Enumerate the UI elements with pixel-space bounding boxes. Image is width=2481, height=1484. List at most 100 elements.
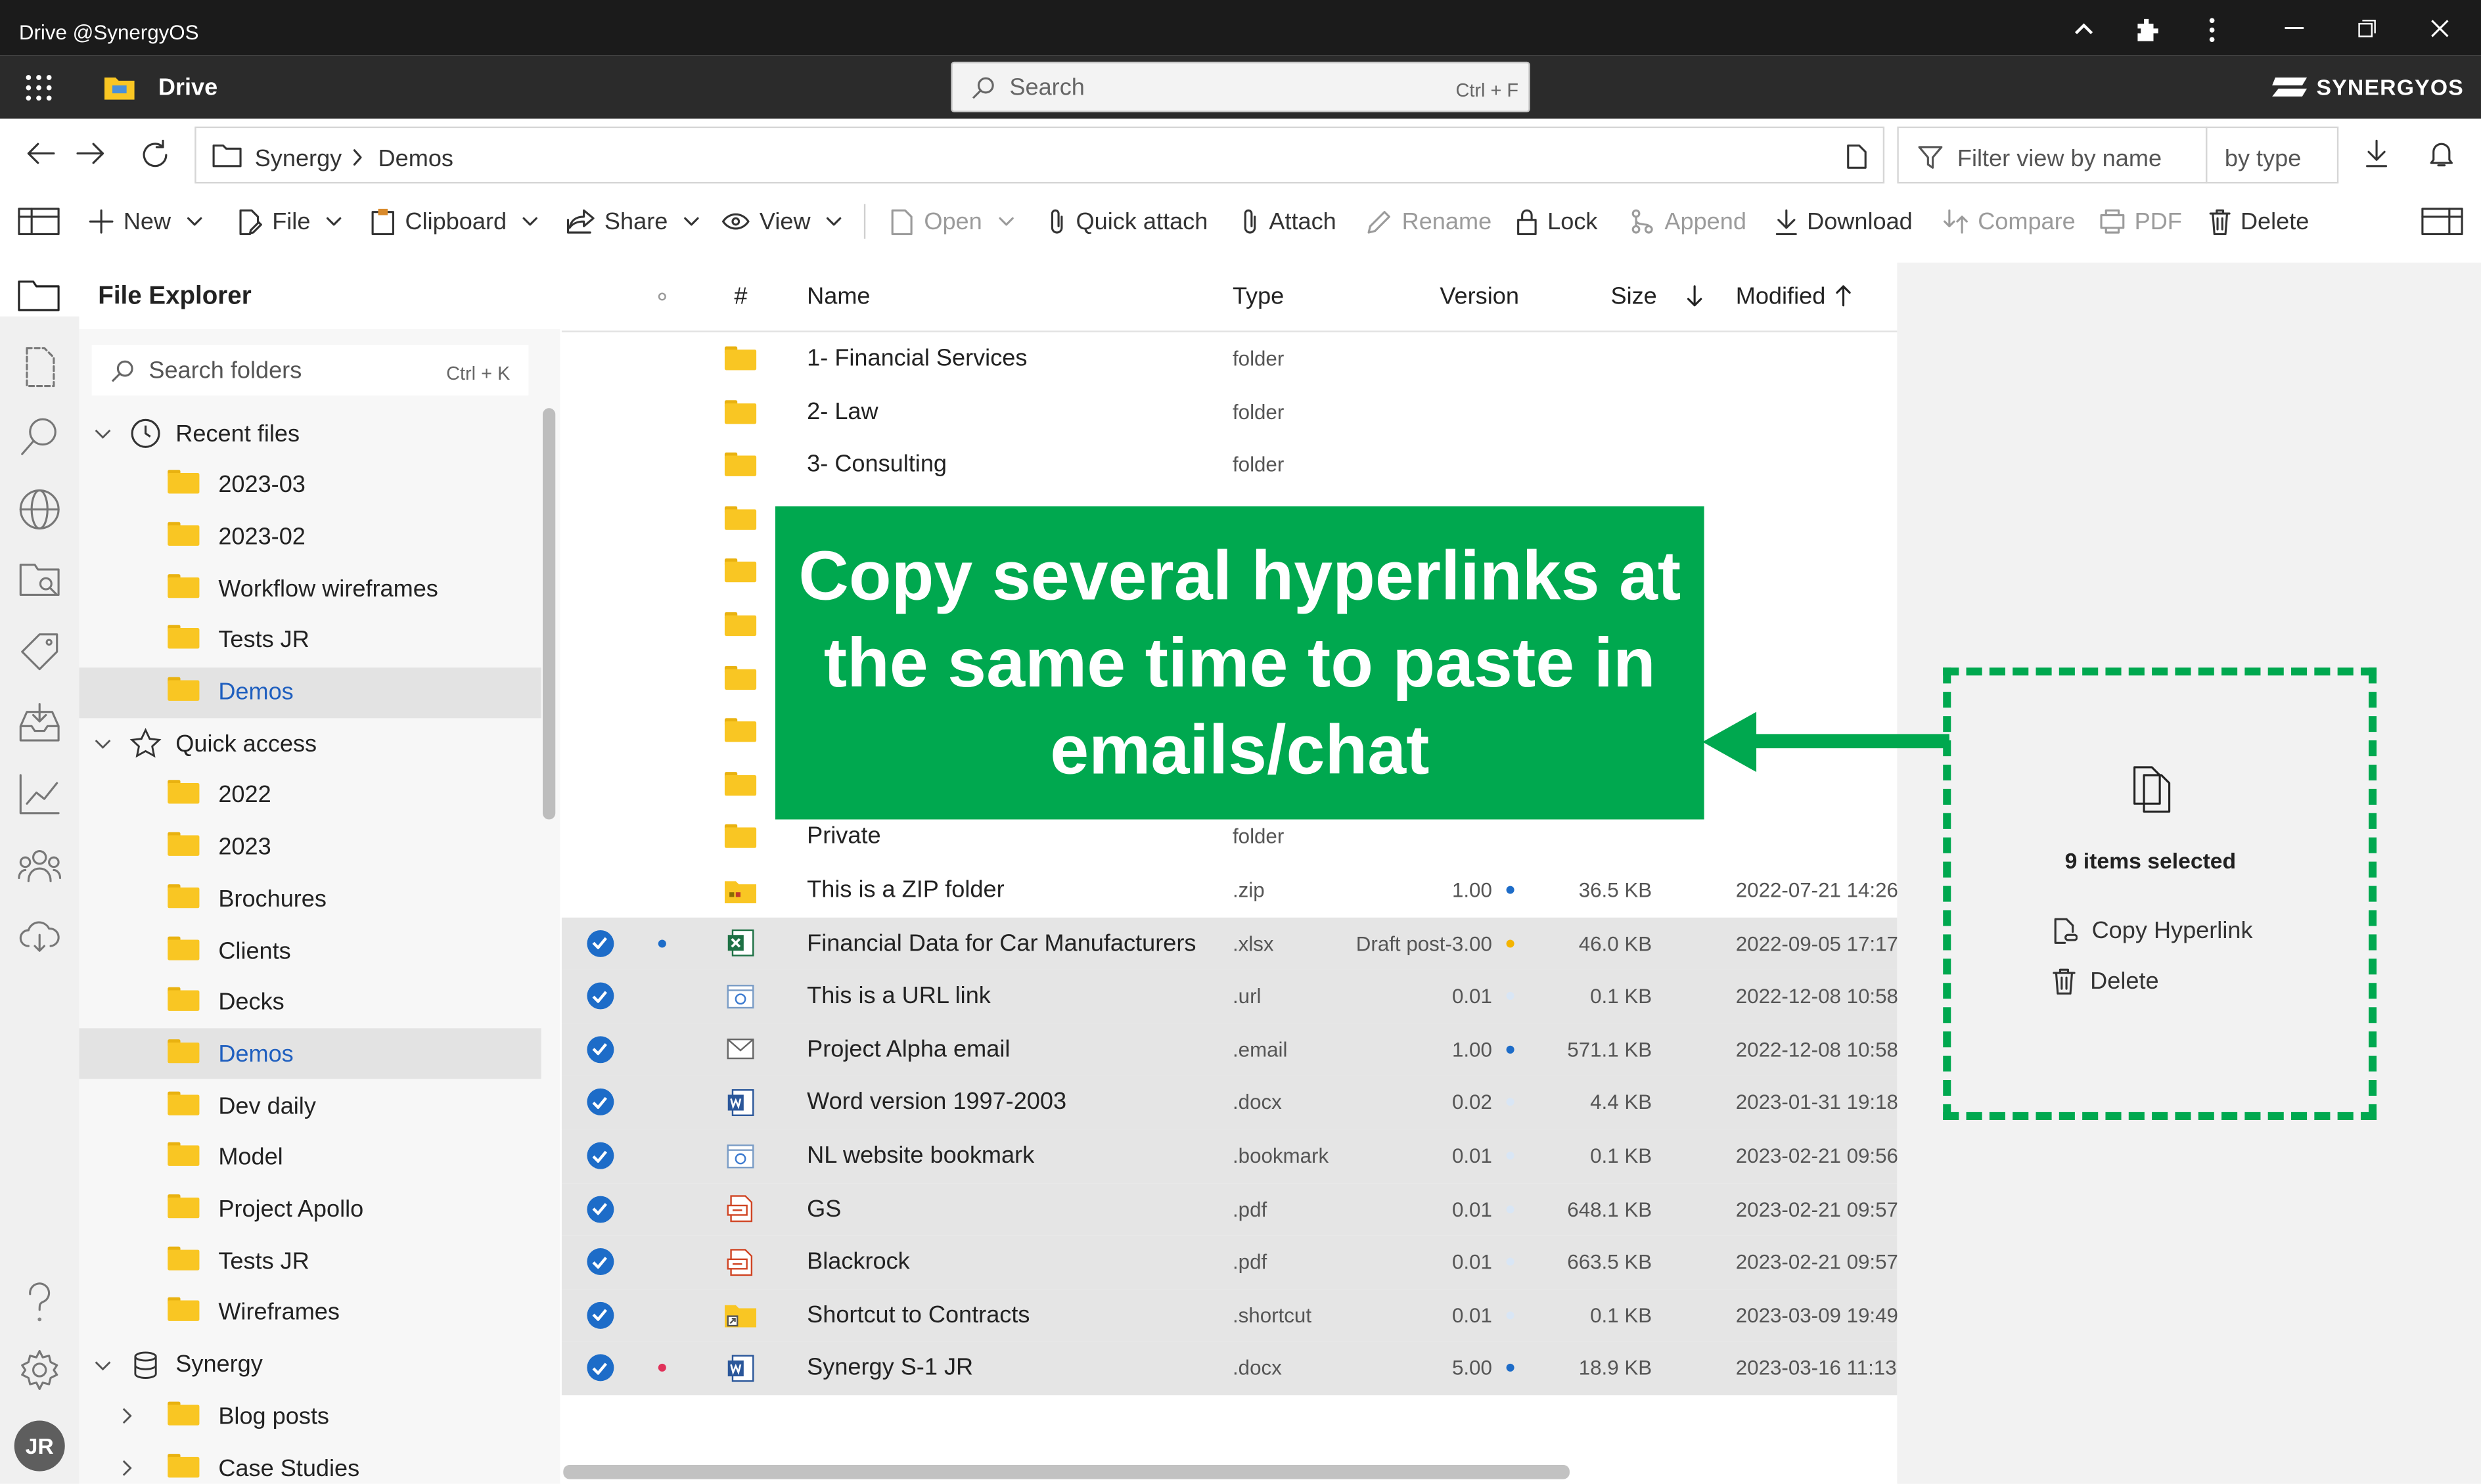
quick-attach-button[interactable]: Quick attach bbox=[1047, 191, 1208, 252]
notification-bell-icon[interactable] bbox=[2429, 139, 2455, 168]
chevron-down-icon[interactable] bbox=[93, 1355, 112, 1374]
filter-by-name-input[interactable]: Filter view by name bbox=[1897, 126, 2208, 184]
refresh-icon[interactable] bbox=[141, 139, 169, 168]
sort-by-select[interactable]: by type bbox=[2205, 126, 2339, 184]
row-checkbox[interactable] bbox=[584, 1342, 616, 1394]
download-button[interactable]: Download bbox=[1775, 191, 1913, 252]
sort-ascending-icon[interactable] bbox=[1835, 284, 1851, 307]
inbox-download-icon[interactable] bbox=[17, 701, 61, 745]
settings-gear-icon[interactable] bbox=[17, 1348, 61, 1392]
new-button[interactable]: New bbox=[89, 191, 202, 252]
file-row[interactable]: This is a URL link .url 0.01 0.1 KB 2022-12-… bbox=[561, 970, 1898, 1023]
tree-folder-item[interactable]: 2023-02 bbox=[79, 512, 541, 562]
row-checkbox[interactable] bbox=[584, 1129, 616, 1181]
app-launcher-icon[interactable] bbox=[26, 74, 53, 101]
row-checkbox[interactable] bbox=[584, 1236, 616, 1288]
forward-arrow-icon[interactable] bbox=[76, 141, 106, 166]
breadcrumb-item-demos[interactable]: Demos bbox=[378, 146, 453, 173]
tree-folder-item[interactable]: 2022 bbox=[79, 771, 541, 821]
tree-folder-item[interactable]: Clients bbox=[79, 926, 541, 976]
chevron-down-icon[interactable] bbox=[93, 734, 112, 753]
users-icon[interactable] bbox=[17, 843, 62, 888]
file-row[interactable]: Shortcut to Contracts .shortcut 0.01 0.1 KB… bbox=[561, 1289, 1898, 1342]
file-row[interactable]: 2- Law folder bbox=[562, 386, 1897, 439]
column-size[interactable]: Size bbox=[1611, 283, 1657, 310]
row-checkbox[interactable] bbox=[584, 1289, 616, 1341]
file-row[interactable]: Blackrock .pdf 0.01 663.5 KB 2023-02-21 09:5… bbox=[561, 1236, 1898, 1289]
back-arrow-icon[interactable] bbox=[26, 141, 56, 166]
tree-folder-item[interactable]: Decks bbox=[79, 977, 541, 1027]
tree-folder-item[interactable]: Demos bbox=[79, 667, 541, 718]
toggle-pane-icon[interactable] bbox=[17, 207, 60, 235]
column-version[interactable]: Version bbox=[1440, 283, 1519, 310]
help-icon[interactable] bbox=[17, 1282, 61, 1326]
file-name[interactable]: Financial Data for Car Manufacturers bbox=[807, 917, 1196, 969]
file-row[interactable]: Synergy S-1 JR .docx 5.00 18.9 KB 2023-03-16… bbox=[561, 1342, 1898, 1395]
row-checkbox[interactable] bbox=[584, 970, 616, 1022]
file-name[interactable]: Shortcut to Contracts bbox=[807, 1289, 1030, 1341]
chevron-right-icon[interactable] bbox=[117, 1407, 136, 1426]
address-bar[interactable]: Synergy Demos bbox=[194, 126, 1885, 184]
file-name[interactable]: 1- Financial Services bbox=[807, 332, 1027, 384]
file-name[interactable]: Blackrock bbox=[807, 1236, 910, 1288]
breadcrumb-item-synergy[interactable]: Synergy bbox=[255, 146, 342, 173]
file-name[interactable]: Project Alpha email bbox=[807, 1023, 1010, 1075]
file-name[interactable]: GS bbox=[807, 1182, 841, 1234]
sort-descending-icon[interactable] bbox=[1687, 284, 1702, 307]
cloud-sync-icon[interactable] bbox=[17, 914, 61, 958]
toggle-details-pane-icon[interactable] bbox=[2421, 207, 2463, 235]
tree-folder-item[interactable]: Dev daily bbox=[79, 1081, 541, 1131]
row-checkbox[interactable] bbox=[584, 1182, 616, 1234]
tree-folder-item[interactable]: Brochures bbox=[79, 874, 541, 924]
chevron-up-icon[interactable] bbox=[2073, 20, 2095, 36]
tree-folder-item[interactable]: 2023-03 bbox=[79, 460, 541, 510]
file-menu-button[interactable]: File bbox=[237, 191, 342, 252]
file-name[interactable]: Word version 1997-2003 bbox=[807, 1076, 1066, 1128]
compare-button[interactable]: Compare bbox=[1943, 191, 2076, 252]
more-options-icon[interactable] bbox=[2207, 17, 2216, 43]
file-name[interactable]: NL website bookmark bbox=[807, 1129, 1034, 1181]
attach-button[interactable]: Attach bbox=[1240, 191, 1336, 252]
tree-folder-item[interactable]: 2023 bbox=[79, 822, 541, 872]
chevron-right-icon[interactable] bbox=[117, 1458, 136, 1477]
file-row[interactable]: 1- Financial Services folder bbox=[562, 332, 1897, 386]
tree-section-recent-files[interactable]: Recent files bbox=[79, 408, 541, 459]
file-name[interactable]: This is a URL link bbox=[807, 970, 991, 1022]
row-checkbox[interactable] bbox=[584, 1076, 616, 1128]
row-checkbox[interactable] bbox=[584, 1023, 616, 1075]
restore-icon[interactable] bbox=[2357, 19, 2377, 38]
tree-folder-item[interactable]: Tests JR bbox=[79, 615, 541, 665]
column-hash[interactable]: # bbox=[734, 283, 747, 310]
file-row[interactable]: NL website bookmark .bookmark 0.01 0.1 KB 20… bbox=[561, 1129, 1898, 1183]
column-name[interactable]: Name bbox=[807, 283, 870, 310]
search-folders-input[interactable]: Search folders Ctrl + K bbox=[91, 344, 529, 396]
rename-button[interactable]: Rename bbox=[1367, 191, 1491, 252]
tree-folder-item[interactable]: Case Studies bbox=[79, 1443, 541, 1484]
tag-icon[interactable] bbox=[17, 629, 61, 673]
extensions-icon[interactable] bbox=[2135, 17, 2160, 43]
file-row[interactable]: This is a ZIP folder .zip 1.00 36.5 KB 2022-… bbox=[562, 864, 1898, 917]
tree-folder-item[interactable]: Tests JR bbox=[79, 1236, 541, 1286]
file-name[interactable]: 2- Law bbox=[807, 386, 878, 438]
global-search-input[interactable]: Search Ctrl + F bbox=[951, 61, 1530, 112]
append-button[interactable]: Append bbox=[1629, 191, 1746, 252]
lock-button[interactable]: Lock bbox=[1516, 191, 1597, 252]
file-name[interactable]: This is a ZIP folder bbox=[807, 864, 1004, 916]
folder-tree-scrollbar[interactable] bbox=[542, 408, 556, 820]
user-avatar[interactable]: JR bbox=[14, 1420, 65, 1472]
tree-folder-item[interactable]: Blog posts bbox=[79, 1391, 541, 1441]
minimize-icon[interactable] bbox=[2285, 26, 2304, 30]
file-row[interactable]: Project Alpha email .email 1.00 571.1 KB 202… bbox=[561, 1023, 1898, 1077]
tree-folder-item[interactable]: Workflow wireframes bbox=[79, 564, 541, 614]
file-row[interactable]: 3- Consulting folder bbox=[562, 439, 1897, 492]
new-document-icon[interactable] bbox=[17, 345, 61, 389]
chevron-down-icon[interactable] bbox=[93, 424, 112, 443]
tree-folder-item[interactable]: Demos bbox=[79, 1029, 541, 1080]
delete-button[interactable]: Delete bbox=[2209, 191, 2309, 252]
file-row[interactable]: GS .pdf 0.01 648.1 KB 2023-02-21 09:57 bbox=[561, 1182, 1898, 1236]
tree-folder-item[interactable]: Project Apollo bbox=[79, 1184, 541, 1235]
column-modified[interactable]: Modified bbox=[1736, 283, 1826, 310]
search-icon[interactable] bbox=[17, 415, 61, 459]
close-icon[interactable] bbox=[2430, 19, 2449, 38]
share-menu-button[interactable]: Share bbox=[566, 191, 699, 252]
